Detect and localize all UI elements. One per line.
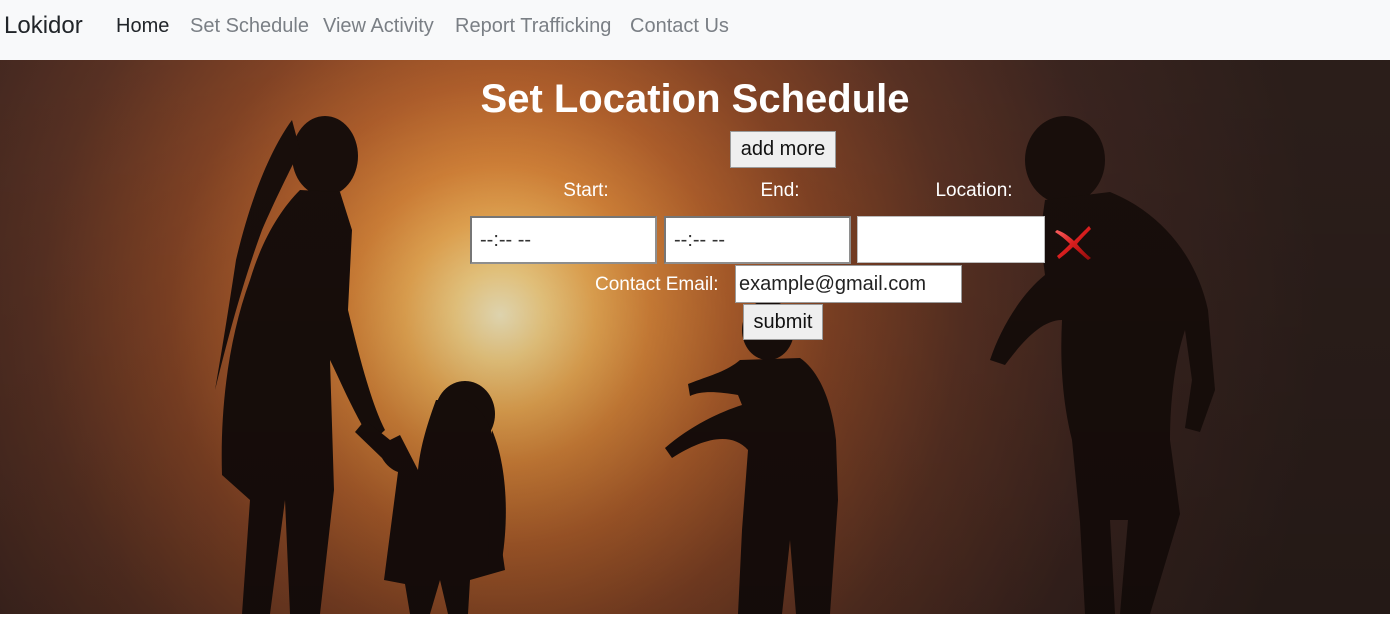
brand-logo[interactable]: Lokidor <box>4 12 83 40</box>
end-column-label: End: <box>760 180 800 201</box>
start-time-input[interactable]: --:-- -- <box>470 216 657 264</box>
contact-email-input[interactable]: example@gmail.com <box>735 265 962 303</box>
nav-view-activity[interactable]: View Activity <box>323 15 434 38</box>
end-time-input[interactable]: --:-- -- <box>664 216 851 264</box>
nav-home[interactable]: Home <box>116 15 169 38</box>
hero-background <box>0 60 1390 614</box>
nav-report-trafficking[interactable]: Report Trafficking <box>455 15 611 38</box>
contact-email-label: Contact Email: <box>595 274 719 295</box>
add-more-button[interactable]: add more <box>730 131 836 168</box>
page-title: Set Location Schedule <box>480 77 910 121</box>
location-input[interactable] <box>857 216 1045 263</box>
start-column-label: Start: <box>563 180 609 201</box>
nav-contact-us[interactable]: Contact Us <box>630 15 729 38</box>
location-column-label: Location: <box>935 180 1013 201</box>
red-x-icon[interactable] <box>1053 222 1093 262</box>
hero-overlay <box>0 60 1390 614</box>
top-navbar: Lokidor Home Set Schedule View Activity … <box>0 0 1390 60</box>
nav-set-schedule[interactable]: Set Schedule <box>190 15 309 38</box>
submit-button[interactable]: submit <box>743 304 823 340</box>
